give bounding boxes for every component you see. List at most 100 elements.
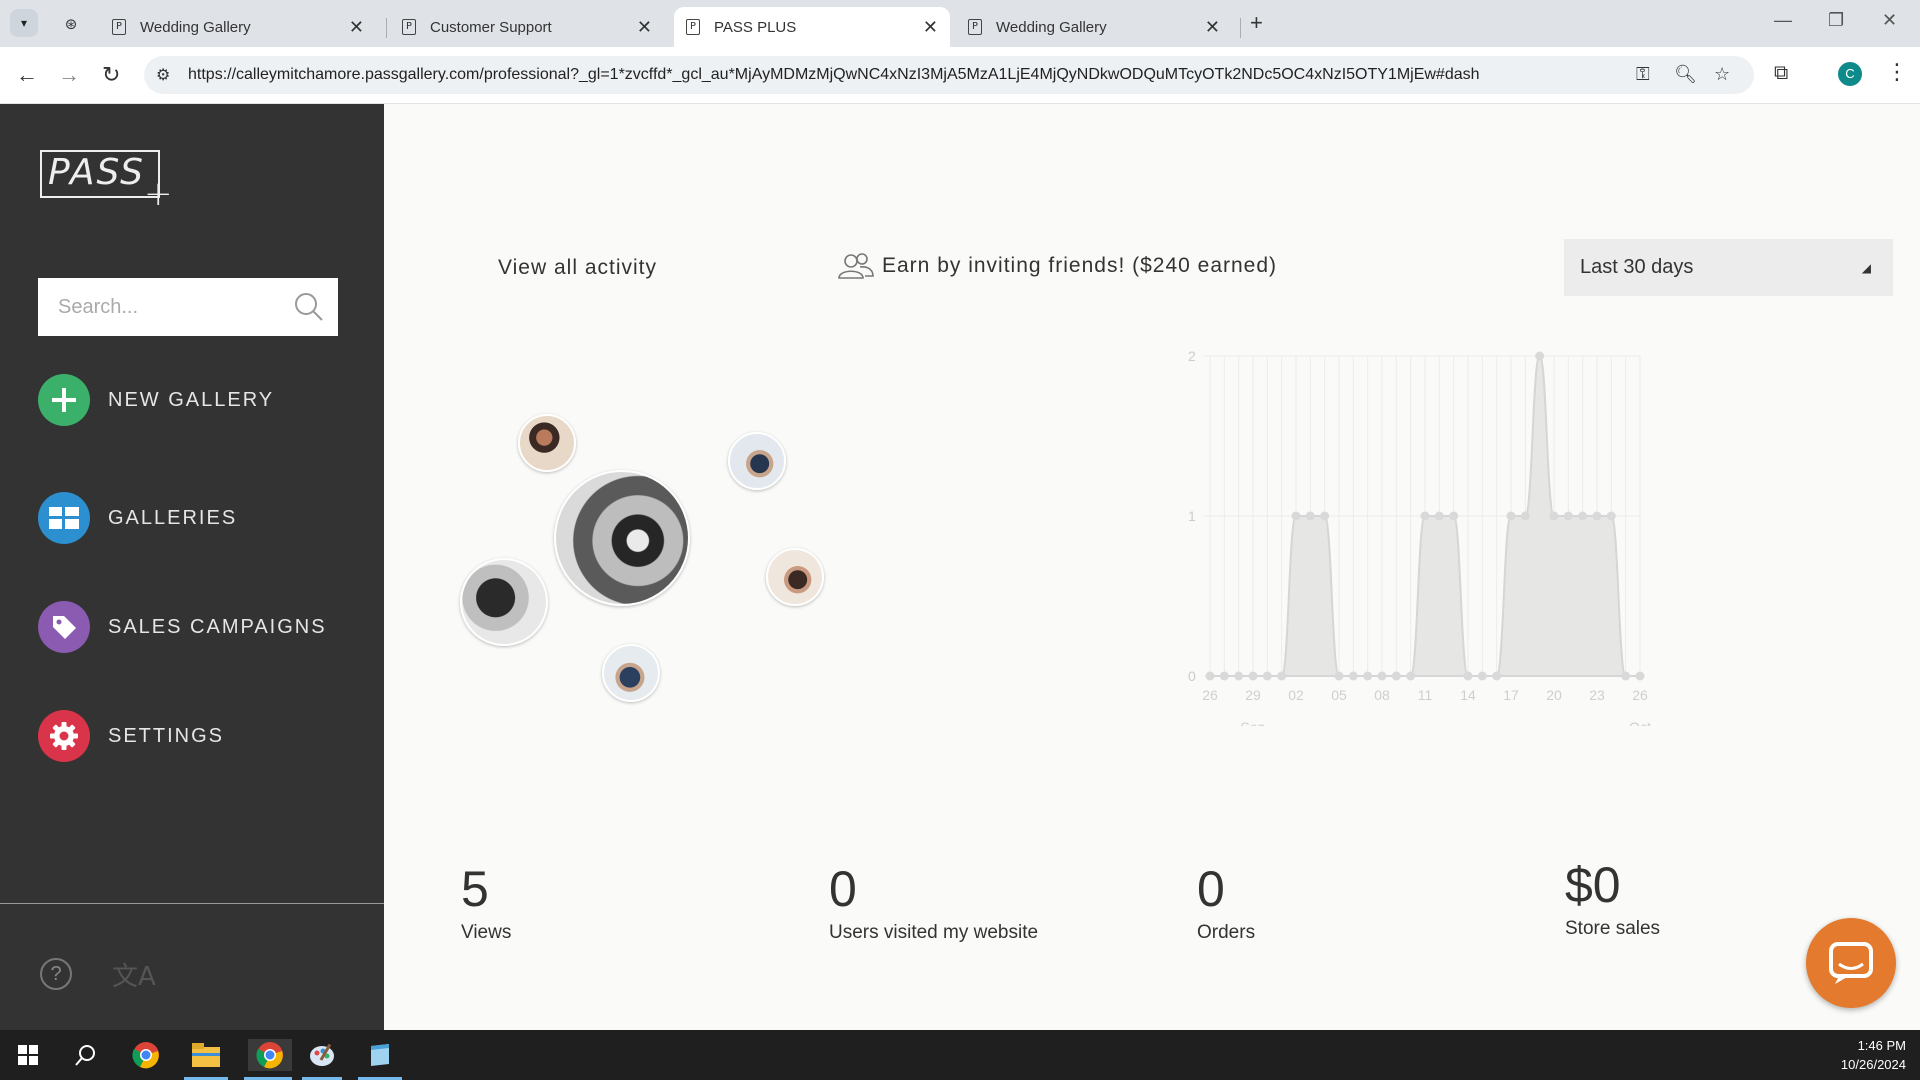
chart-data-point[interactable] <box>1549 511 1559 521</box>
sidebar-item-sales-campaigns[interactable]: SALES CAMPAIGNS <box>38 601 327 653</box>
profile-avatar[interactable]: C <box>1838 62 1862 86</box>
sidebar-item-label: SETTINGS <box>108 724 225 747</box>
extensions-icon[interactable]: ⧉ <box>1774 62 1788 85</box>
activity-photo-thumbnail[interactable] <box>728 432 786 490</box>
chart-data-point[interactable] <box>1420 511 1430 521</box>
chart-data-point[interactable] <box>1563 511 1573 521</box>
grid-icon <box>38 492 90 544</box>
activity-photo-thumbnail[interactable] <box>554 470 690 606</box>
pass-logo[interactable]: PASS <box>40 150 160 198</box>
x-tick-label: 23 <box>1589 687 1605 703</box>
tab-close-icon[interactable]: ✕ <box>1205 17 1220 38</box>
paint-icon[interactable] <box>306 1039 338 1071</box>
chrome-icon[interactable] <box>130 1039 162 1071</box>
search-icon[interactable] <box>294 292 324 322</box>
chart-data-point[interactable] <box>1434 511 1444 521</box>
search-input[interactable] <box>38 278 288 336</box>
tab-close-icon[interactable]: ✕ <box>637 17 652 38</box>
chart-data-point[interactable] <box>1219 671 1229 681</box>
site-info-icon[interactable]: ⚙ <box>156 65 170 85</box>
chart-data-point[interactable] <box>1291 511 1301 521</box>
close-window-icon[interactable]: ✕ <box>1882 10 1897 31</box>
file-explorer-icon[interactable] <box>190 1039 222 1071</box>
translate-icon[interactable]: 文A <box>112 956 156 993</box>
chart-data-point[interactable] <box>1578 511 1588 521</box>
new-tab-button[interactable]: + <box>1250 10 1263 36</box>
chart-data-point[interactable] <box>1248 671 1258 681</box>
bookmark-star-icon[interactable]: ☆ <box>1714 64 1730 85</box>
chart-data-point[interactable] <box>1606 511 1616 521</box>
chart-data-point[interactable] <box>1205 671 1215 681</box>
chart-data-point[interactable] <box>1391 671 1401 681</box>
sidebar-item-label: SALES CAMPAIGNS <box>108 615 327 638</box>
windows-taskbar: 1:46 PM 10/26/2024 <box>0 1030 1920 1080</box>
chart-data-point[interactable] <box>1621 671 1631 681</box>
live-chat-button[interactable] <box>1806 918 1896 1008</box>
password-key-icon[interactable]: ⚿ <box>1636 64 1650 85</box>
url-text[interactable]: https://calleymitchamore.passgallery.com… <box>188 66 1480 84</box>
x-tick-label: 26 <box>1202 687 1218 703</box>
tab-close-icon[interactable]: ✕ <box>349 17 364 38</box>
chart-data-point[interactable] <box>1406 671 1416 681</box>
stat-label: Users visited my website <box>829 922 1039 943</box>
browser-tab[interactable]: P Wedding Gallery ✕ <box>956 7 1232 47</box>
forward-icon[interactable]: → <box>58 62 80 88</box>
sidebar-item-label: NEW GALLERY <box>108 388 275 411</box>
chart-data-point[interactable] <box>1363 671 1373 681</box>
zoom-icon[interactable]: 🔍︎ <box>1674 64 1697 85</box>
tab-favicon-icon: P <box>968 19 982 35</box>
sidebar: PASS + NEW GALLERY GALLERIES SALES CAMPA… <box>0 104 384 1030</box>
sidebar-item-galleries[interactable]: GALLERIES <box>38 492 237 544</box>
browser-tab[interactable]: P Wedding Gallery ✕ <box>100 7 376 47</box>
chart-data-point[interactable] <box>1535 351 1545 361</box>
date-range-select[interactable]: Last 30 days ◢ <box>1564 239 1893 296</box>
activity-photo-thumbnail[interactable] <box>602 644 660 702</box>
chart-data-point[interactable] <box>1348 671 1358 681</box>
minimize-icon[interactable]: — <box>1774 10 1792 31</box>
activity-photo-thumbnail[interactable] <box>518 414 576 472</box>
back-icon[interactable]: ← <box>16 62 38 88</box>
notepad-icon[interactable] <box>364 1039 396 1071</box>
sidebar-item-new-gallery[interactable]: NEW GALLERY <box>38 374 274 426</box>
chart-data-point[interactable] <box>1492 671 1502 681</box>
restore-icon[interactable]: ❐ <box>1828 10 1844 31</box>
tab-title: PASS PLUS <box>714 18 797 36</box>
chart-data-point[interactable] <box>1334 671 1344 681</box>
tab-title: Customer Support <box>430 18 552 36</box>
clock-date: 10/26/2024 <box>1840 1057 1906 1072</box>
reload-icon[interactable]: ↻ <box>102 62 120 88</box>
tab-close-icon[interactable]: ✕ <box>923 17 938 38</box>
chart-data-point[interactable] <box>1449 511 1459 521</box>
browser-tab[interactable]: P Customer Support ✕ <box>390 7 664 47</box>
chart-data-point[interactable] <box>1305 511 1315 521</box>
system-clock[interactable]: 1:46 PM 10/26/2024 <box>1841 1036 1906 1074</box>
help-icon[interactable]: ? <box>40 958 72 990</box>
activity-photo-thumbnail[interactable] <box>460 558 548 646</box>
chart-data-point[interactable] <box>1463 671 1473 681</box>
tab-title: Wedding Gallery <box>996 18 1107 36</box>
chart-data-point[interactable] <box>1377 671 1387 681</box>
x-tick-label: 29 <box>1245 687 1261 703</box>
chart-data-point[interactable] <box>1477 671 1487 681</box>
sidebar-item-settings[interactable]: SETTINGS <box>38 710 224 762</box>
chart-data-point[interactable] <box>1506 511 1516 521</box>
browser-menu-icon[interactable]: ⋮ <box>1886 59 1908 85</box>
stat-orders: 0 Orders <box>1197 860 1255 944</box>
windows-start-icon[interactable] <box>12 1039 44 1071</box>
chart-data-point[interactable] <box>1277 671 1287 681</box>
tab-search-button[interactable]: ▾ <box>10 9 38 37</box>
chart-data-point[interactable] <box>1520 511 1530 521</box>
chart-data-point[interactable] <box>1234 671 1244 681</box>
stat-label: Store sales <box>1565 918 1661 939</box>
chart-data-point[interactable] <box>1635 671 1645 681</box>
activity-photo-thumbnail[interactable] <box>766 548 824 606</box>
browser-tab-active[interactable]: P PASS PLUS ✕ <box>674 7 950 47</box>
chart-data-point[interactable] <box>1592 511 1602 521</box>
y-tick-label: 2 <box>1188 348 1196 364</box>
chrome-icon[interactable] <box>248 1039 292 1071</box>
address-bar[interactable]: ⚙ https://calleymitchamore.passgallery.c… <box>144 56 1754 94</box>
pinned-tab-icon[interactable]: ⊛ <box>58 12 84 36</box>
chart-data-point[interactable] <box>1320 511 1330 521</box>
chart-data-point[interactable] <box>1262 671 1272 681</box>
search-icon[interactable] <box>70 1039 102 1071</box>
